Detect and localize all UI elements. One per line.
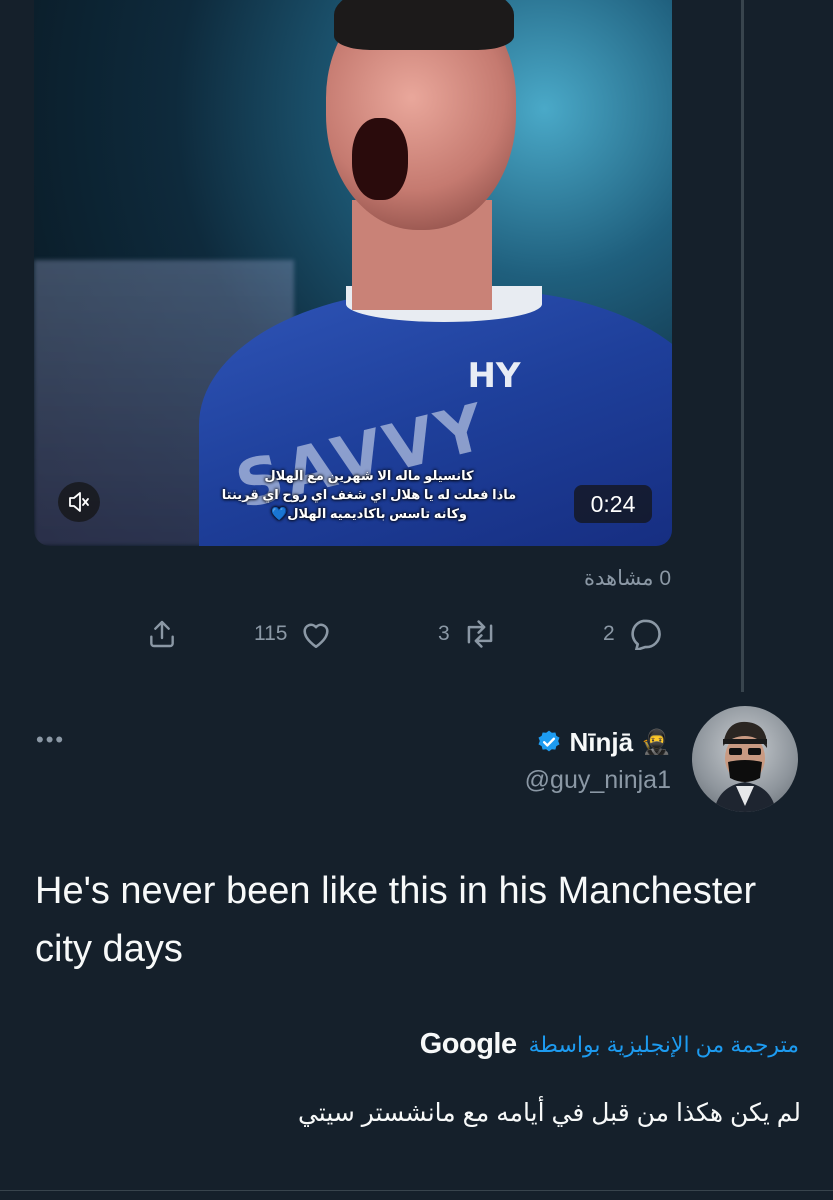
like-count: 115 [254,622,288,645]
retweet-count: 3 [438,622,450,645]
author-line: Nīnjā 🥷 [536,724,671,760]
video-player[interactable]: HY SAVVY كانسيلو ماله الا شهرين مع الهلا… [34,0,672,546]
author-emoji: 🥷 [641,728,671,756]
video-caption-line: ماذا فعلت له يا هلال اي شغف اي روح اي قر… [221,487,517,502]
more-options-icon[interactable]: ••• [36,727,65,753]
avatar[interactable] [692,706,798,812]
translation-label[interactable]: مترجمة من الإنجليزية بواسطة [529,1032,799,1058]
translated-text: لم يكن هكذا من قبل في أيامه مع مانشستر س… [297,1099,801,1127]
reply-button[interactable]: 2 [603,614,663,654]
retweet-icon [467,620,493,648]
speaker-muted-icon [69,492,89,512]
author-name[interactable]: Nīnjā [570,727,634,758]
comment-icon [631,619,661,650]
avatar-image [714,721,776,812]
video-duration-badge: 0:24 [574,485,652,523]
mute-button[interactable] [58,482,100,522]
video-caption-line: وكانه تاسس باكاديميه الهلال💙 [271,506,467,521]
reply-count: 2 [603,622,615,645]
video-player-hair [334,0,514,50]
video-player-mouth [352,118,408,200]
share-icon [150,620,174,648]
video-caption: كانسيلو ماله الا شهرين مع الهلال ماذا فع… [204,466,534,523]
bottom-divider [0,1190,833,1200]
share-button[interactable] [146,614,178,654]
translation-attribution[interactable]: Google مترجمة من الإنجليزية بواسطة [420,1028,799,1061]
view-count: 0 مشاهدة [583,567,671,590]
author-handle[interactable]: @guy_ninja1 [525,766,671,795]
heart-icon [303,623,330,649]
video-caption-line: كانسيلو ماله الا شهرين مع الهلال [264,468,474,483]
retweet-button[interactable]: 3 [438,614,498,654]
google-logo: Google [419,1028,517,1060]
verified-badge-icon [538,730,560,752]
like-button[interactable]: 115 [254,614,333,654]
reply-text: He's never been like this in his Manches… [35,870,757,970]
thread-connector-line [741,0,744,692]
